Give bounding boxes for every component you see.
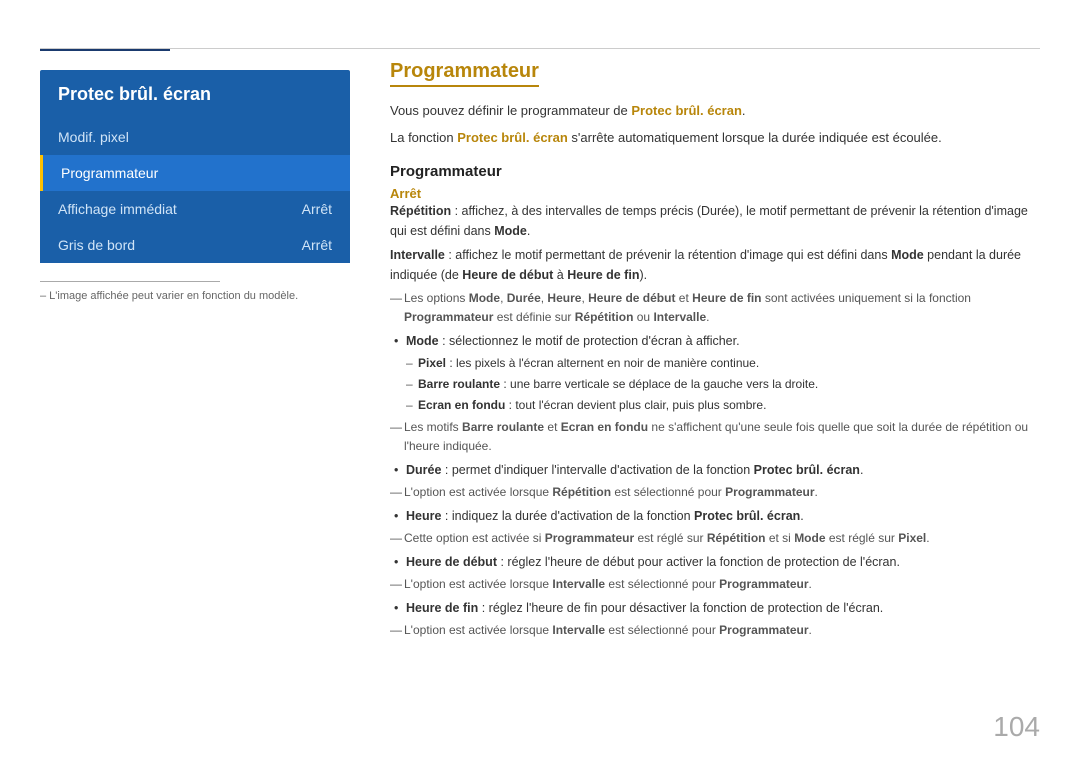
page-number: 104 <box>993 711 1040 743</box>
intervalle-text: Intervalle : affichez le motif permettan… <box>390 245 1040 285</box>
content-title: Programmateur <box>390 60 539 87</box>
intro-bold-2: Protec brûl. écran <box>457 130 568 145</box>
note-heure-debut: L'option est activée lorsque Intervalle … <box>390 575 1040 594</box>
note-duree: L'option est activée lorsque Répétition … <box>390 483 1040 502</box>
sidebar-header: Protec brûl. écran <box>40 70 350 119</box>
repetition-text: Répétition : affichez, à des intervalles… <box>390 201 1040 241</box>
intro-bold-1: Protec brûl. écran <box>631 103 742 118</box>
intro-line-2: La fonction Protec brûl. écran s'arrête … <box>390 128 1040 149</box>
sidebar-item-modif-pixel[interactable]: Modif. pixel <box>40 119 350 155</box>
sidebar: Protec brûl. écran Modif. pixel Programm… <box>40 70 350 302</box>
bullet-heure-fin: Heure de fin : réglez l'heure de fin pou… <box>390 598 1040 618</box>
bullet-duree: Durée : permet d'indiquer l'intervalle d… <box>390 460 1040 480</box>
note-heure-fin: L'option est activée lorsque Intervalle … <box>390 621 1040 640</box>
sub-barre-roulante: Barre roulante : une barre verticale se … <box>390 375 1040 394</box>
main-content: Programmateur Vous pouvez définir le pro… <box>390 60 1040 723</box>
bullet-heure-debut: Heure de début : réglez l'heure de début… <box>390 552 1040 572</box>
sidebar-item-label: Affichage immédiat <box>58 201 177 217</box>
sub-ecran-en-fondu: Ecran en fondu : tout l'écran devient pl… <box>390 396 1040 415</box>
sub-pixel: Pixel : les pixels à l'écran alternent e… <box>390 354 1040 373</box>
sidebar-item-value: Arrêt <box>302 201 332 217</box>
arret-label: Arrêt <box>390 186 1040 201</box>
sidebar-item-value: Arrêt <box>302 237 332 253</box>
bullet-heure: Heure : indiquez la durée d'activation d… <box>390 506 1040 526</box>
section-title: Programmateur <box>390 163 1040 180</box>
note-heure: Cette option est activée si Programmateu… <box>390 529 1040 548</box>
sidebar-item-programmateur[interactable]: Programmateur <box>40 155 350 191</box>
sidebar-item-gris-de-bord[interactable]: Gris de bord Arrêt <box>40 227 350 263</box>
bullet-mode: Mode : sélectionnez le motif de protecti… <box>390 331 1040 351</box>
note-options: Les options Mode, Durée, Heure, Heure de… <box>390 289 1040 327</box>
top-divider <box>40 48 1040 49</box>
sidebar-divider <box>40 281 220 282</box>
intro-line-1: Vous pouvez définir le programmateur de … <box>390 101 1040 122</box>
sidebar-note: – L'image affichée peut varier en foncti… <box>40 290 350 302</box>
sidebar-item-label: Gris de bord <box>58 237 135 253</box>
note-barre-roulante: Les motifs Barre roulante et Ecran en fo… <box>390 418 1040 456</box>
sidebar-item-affichage-immediat[interactable]: Affichage immédiat Arrêt <box>40 191 350 227</box>
